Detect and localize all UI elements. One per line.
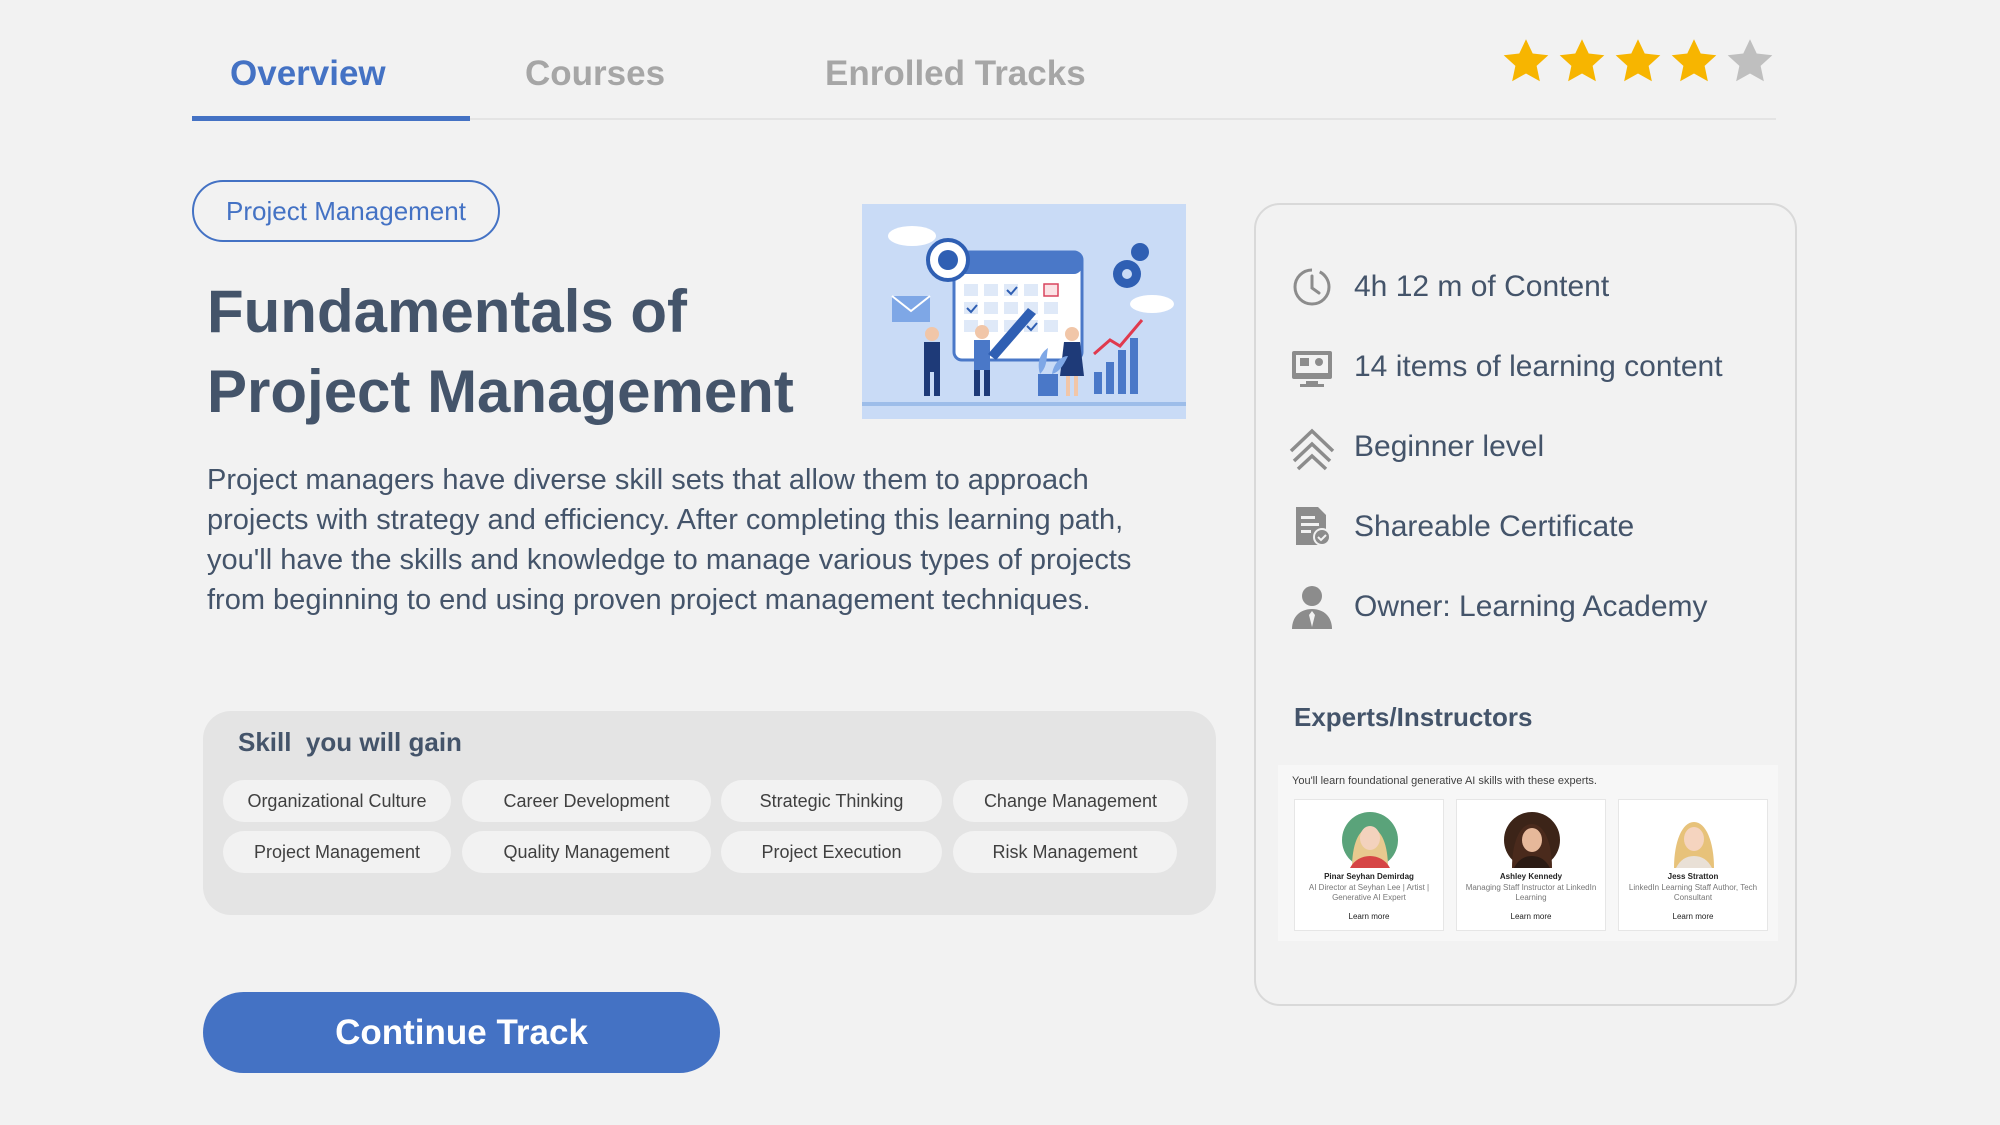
- skills-title: Skill you will gain: [238, 727, 462, 757]
- user-icon: [1292, 586, 1332, 629]
- track-info-card: 4h 12 m of Content 14 items of learning …: [1254, 203, 1797, 1006]
- tab-overview[interactable]: Overview: [230, 54, 386, 94]
- star-icon: [1671, 39, 1717, 82]
- continue-track-button[interactable]: Continue Track: [203, 992, 720, 1073]
- level-chevrons-icon: [1289, 428, 1335, 471]
- skill-chip[interactable]: Organizational Culture: [223, 780, 451, 822]
- category-badge[interactable]: Project Management: [192, 180, 500, 242]
- expert-name: Pinar Seyhan Demirdag: [1324, 872, 1414, 881]
- experts-intro: You'll learn foundational generative AI …: [1292, 775, 1597, 787]
- star-icon: [1559, 39, 1605, 82]
- learn-more-link[interactable]: Learn more: [1457, 912, 1605, 921]
- monitor-icon: [1292, 351, 1332, 387]
- learn-more-link[interactable]: Learn more: [1295, 912, 1443, 921]
- info-row-items: 14 items of learning content: [1288, 342, 1723, 392]
- info-duration-text: 4h 12 m of Content: [1354, 270, 1610, 303]
- skill-chip[interactable]: Project Management: [223, 831, 451, 873]
- star-icon: [1503, 39, 1549, 82]
- avatar: [1504, 812, 1560, 868]
- info-certificate-text: Shareable Certificate: [1354, 510, 1635, 543]
- expert-role: LinkedIn Learning Staff Author, Tech Con…: [1628, 883, 1758, 902]
- skills-section: Skill you will gain Organizational Cultu…: [203, 711, 1216, 915]
- expert-role: Managing Staff Instructor at LinkedIn Le…: [1465, 883, 1597, 902]
- skill-chip[interactable]: Quality Management: [462, 831, 711, 873]
- avatar: [1342, 812, 1398, 868]
- expert-name: Ashley Kennedy: [1499, 872, 1563, 881]
- title-line-1: Fundamentals of: [207, 278, 688, 345]
- title-line-2: Project Management: [207, 358, 794, 425]
- info-row-certificate: Shareable Certificate: [1288, 502, 1634, 552]
- page-title: Fundamentals of Project Management: [207, 272, 847, 432]
- star-empty-icon: [1727, 39, 1773, 82]
- experts-panel: You'll learn foundational generative AI …: [1278, 765, 1778, 941]
- skill-chip[interactable]: Strategic Thinking: [721, 780, 942, 822]
- skill-chip[interactable]: Change Management: [953, 780, 1188, 822]
- skill-chip[interactable]: Project Execution: [721, 831, 942, 873]
- expert-name: Jess Stratton: [1667, 872, 1719, 881]
- rating-stars: [1500, 36, 1776, 88]
- info-row-level: Beginner level: [1288, 422, 1544, 472]
- expert-card[interactable]: Ashley Kennedy Managing Staff Instructor…: [1456, 799, 1606, 931]
- learn-more-link[interactable]: Learn more: [1619, 912, 1767, 921]
- info-level-text: Beginner level: [1354, 430, 1545, 463]
- active-tab-indicator: [192, 116, 470, 121]
- star-icon: [1615, 39, 1661, 82]
- clock-icon: [1293, 268, 1331, 306]
- expert-card[interactable]: Jess Stratton LinkedIn Learning Staff Au…: [1618, 799, 1768, 931]
- project-planning-illustration: [862, 204, 1186, 419]
- info-items-text: 14 items of learning content: [1354, 350, 1723, 383]
- skill-chip[interactable]: Career Development: [462, 780, 711, 822]
- tab-courses[interactable]: Courses: [525, 54, 665, 94]
- expert-card[interactable]: Pinar Seyhan Demirdag AI Director at Sey…: [1294, 799, 1444, 931]
- info-row-owner: Owner: Learning Academy: [1288, 582, 1708, 632]
- tab-enrolled-tracks[interactable]: Enrolled Tracks: [825, 54, 1086, 94]
- certificate-icon: [1296, 507, 1331, 546]
- track-description: Project managers have diverse skill sets…: [207, 464, 1132, 616]
- info-row-duration: 4h 12 m of Content: [1288, 262, 1609, 312]
- info-owner-text: Owner: Learning Academy: [1354, 590, 1708, 623]
- avatar: [1666, 812, 1722, 868]
- expert-role: AI Director at Seyhan Lee | Artist | Gen…: [1308, 883, 1430, 902]
- skill-chip[interactable]: Risk Management: [953, 831, 1177, 873]
- experts-title: Experts/Instructors: [1294, 702, 1533, 732]
